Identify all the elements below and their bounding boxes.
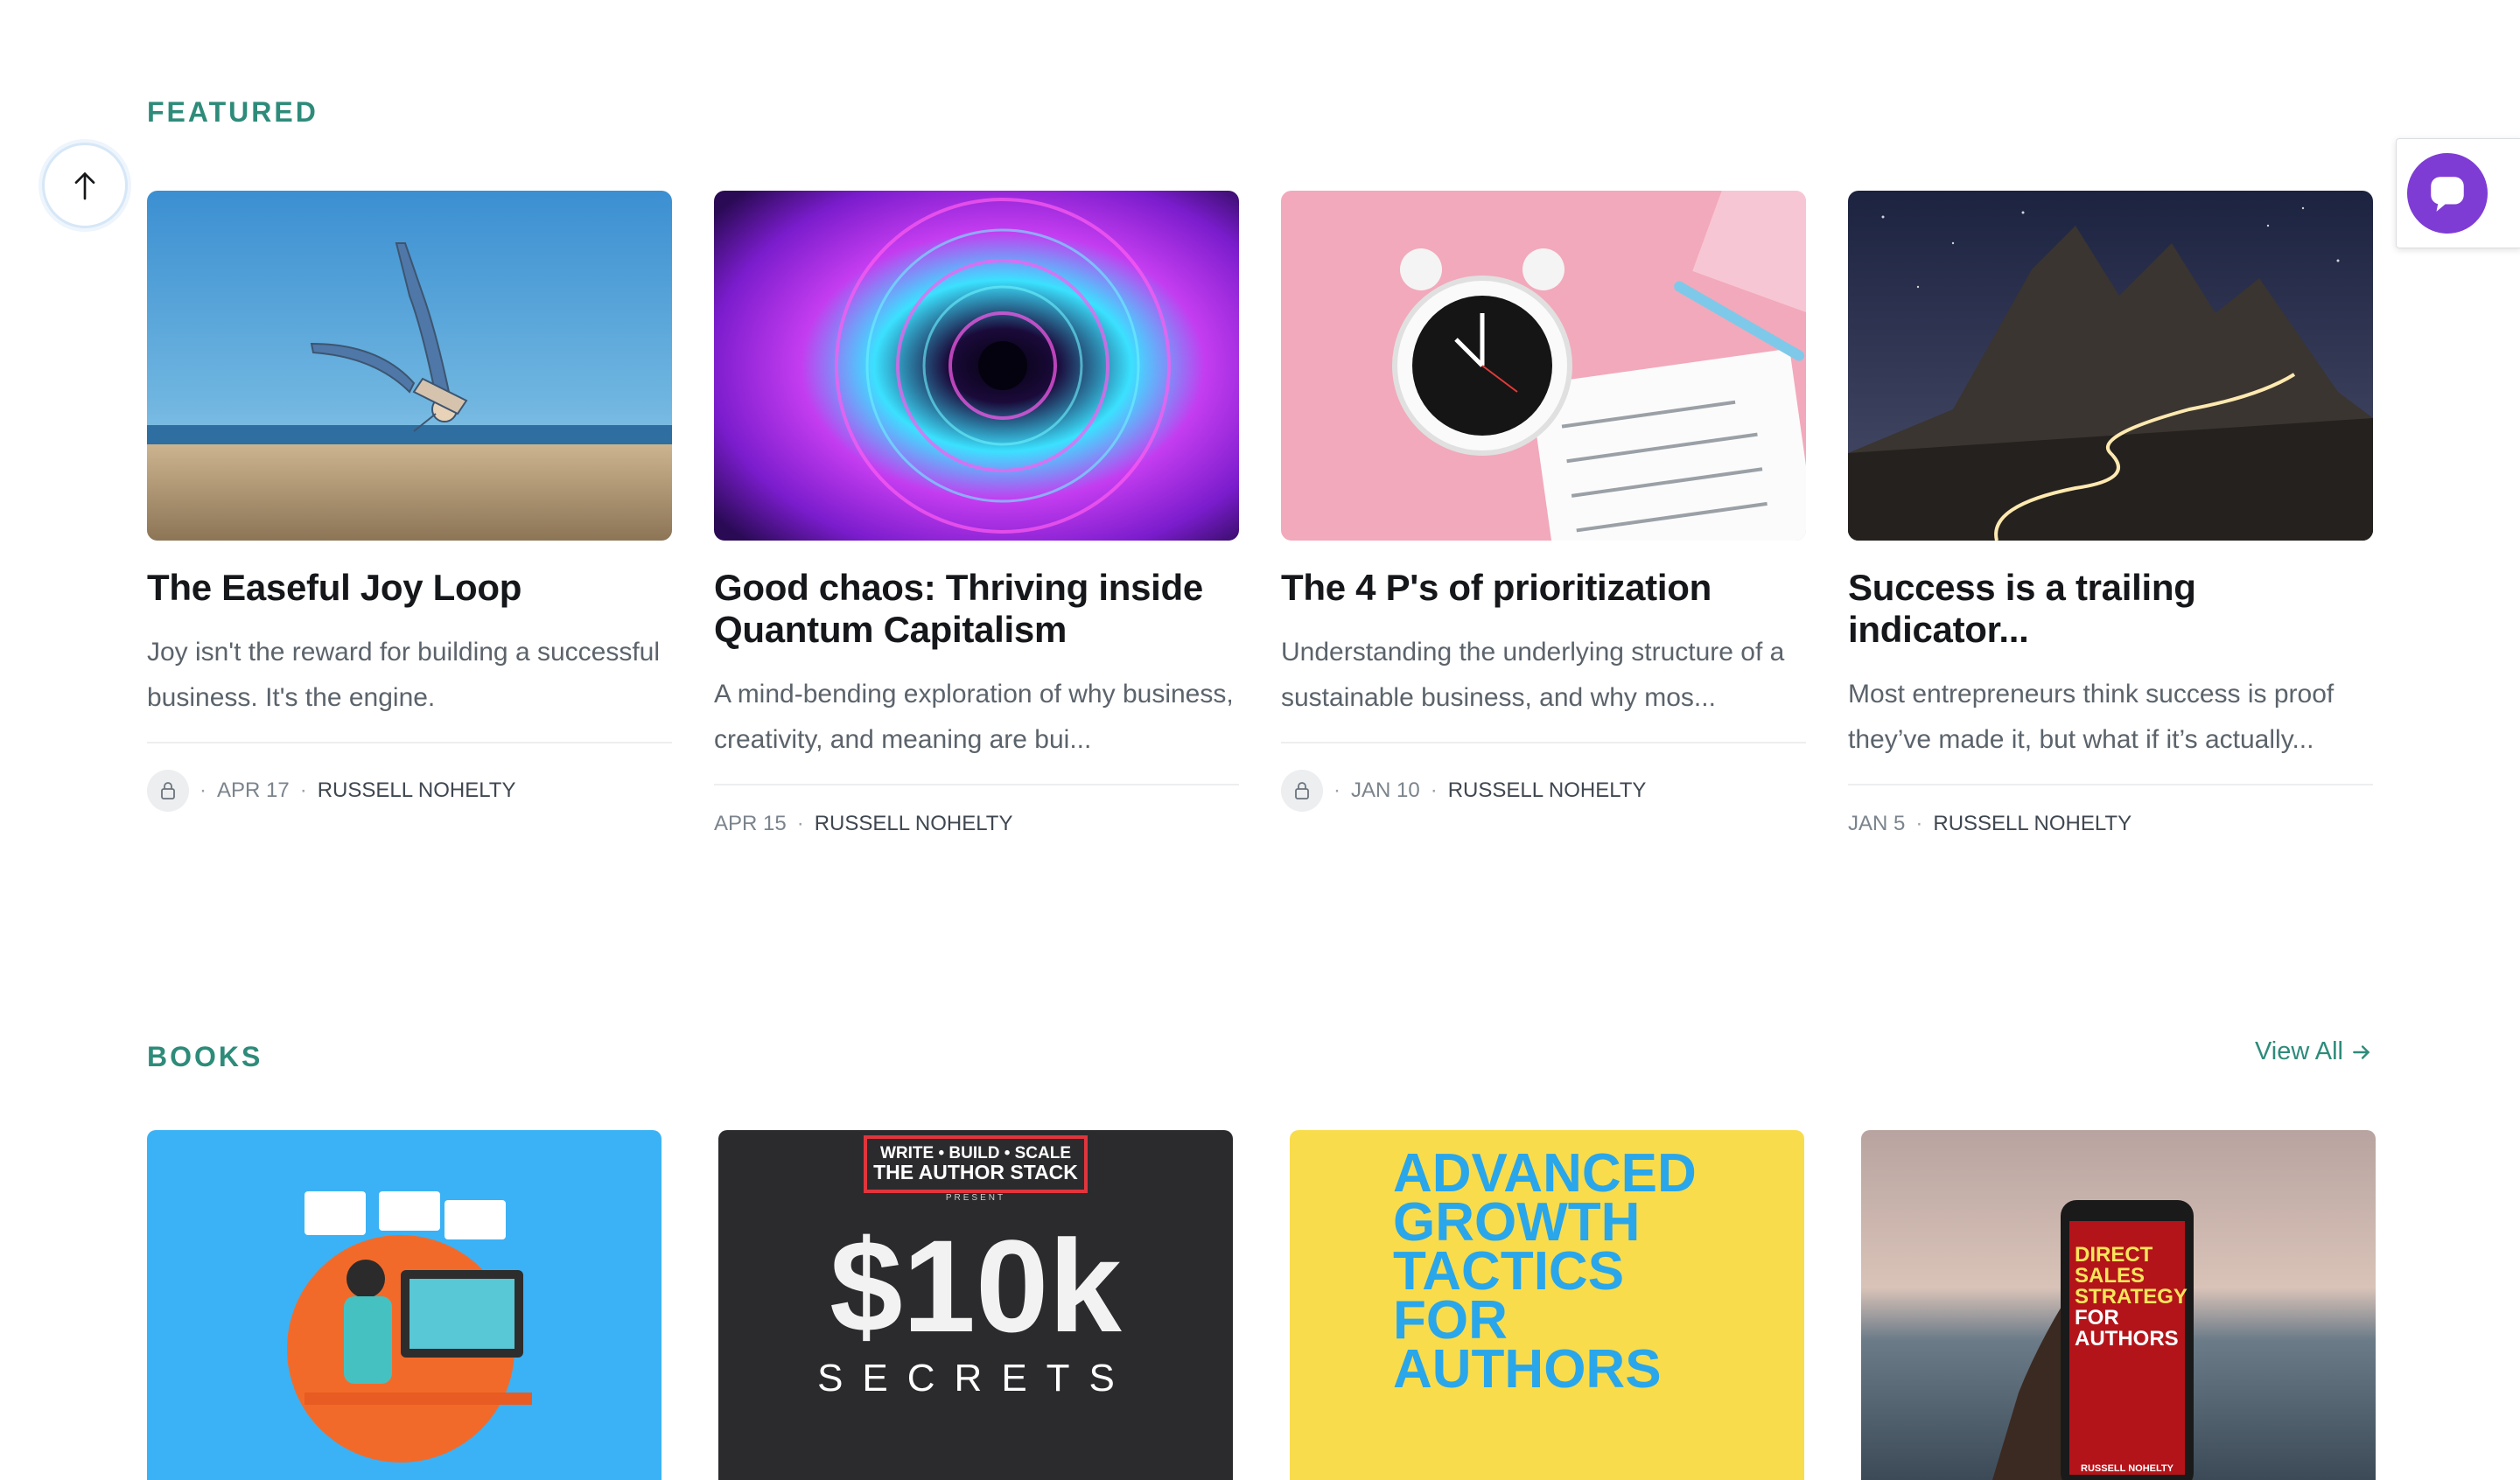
post-title[interactable]: The 4 P's of prioritization [1281, 567, 1806, 609]
divider [1281, 742, 1806, 743]
cover-present: PRESENT [946, 1193, 1005, 1203]
post-card[interactable]: Good chaos: Thriving inside Quantum Capi… [714, 191, 1239, 836]
scroll-to-top-button[interactable] [42, 143, 128, 228]
cover-tagline: WRITE • BUILD • SCALE [880, 1144, 1071, 1162]
post-thumbnail-clock[interactable] [1281, 191, 1806, 541]
meta-separator: · [796, 812, 804, 835]
book-cover-growth-tactics[interactable]: ADVANCED GROWTH TACTICS FOR AUTHORS [1290, 1130, 1804, 1480]
arrow-right-icon [2353, 1044, 2370, 1059]
post-date: JAN 10 [1351, 778, 1420, 802]
post-thumbnail-mountain[interactable] [1848, 191, 2373, 541]
cover-author: RUSSELL NOHELTY [2081, 1463, 2174, 1474]
meta-separator: · [1334, 778, 1340, 802]
post-author[interactable]: RUSSELL NOHELTY [815, 812, 1013, 836]
post-card[interactable]: The Easeful Joy Loop Joy isn't the rewar… [147, 191, 672, 836]
book-cover-illustration[interactable] [147, 1130, 662, 1480]
post-meta: APR 15 · RUSSELL NOHELTY [714, 812, 1239, 836]
post-meta: JAN 5 · RUSSELL NOHELTY [1848, 812, 2373, 836]
post-title[interactable]: Success is a trailing indicator... [1848, 567, 2373, 651]
meta-separator: · [299, 778, 307, 802]
post-author[interactable]: RUSSELL NOHELTY [318, 778, 516, 803]
post-excerpt: A mind-bending exploration of why busine… [714, 680, 1234, 754]
book-cover-10k-secrets[interactable]: WRITE • BUILD • SCALE THE AUTHOR STACK P… [718, 1130, 1233, 1480]
arrow-up-icon [74, 171, 95, 200]
divider [714, 784, 1239, 785]
meta-separator: · [1915, 812, 1923, 835]
post-meta: · JAN 10 · RUSSELL NOHELTY [1281, 770, 1806, 812]
post-title[interactable]: Good chaos: Thriving inside Quantum Capi… [714, 567, 1239, 651]
cover-series: THE AUTHOR STACK [873, 1161, 1078, 1183]
post-author[interactable]: RUSSELL NOHELTY [1933, 812, 2132, 836]
post-title[interactable]: The Easeful Joy Loop [147, 567, 672, 609]
lock-icon [147, 770, 189, 812]
chat-widget[interactable] [2396, 138, 2520, 248]
post-date: APR 17 [217, 778, 290, 802]
post-author[interactable]: RUSSELL NOHELTY [1448, 778, 1647, 803]
cover-line-5: AUTHORS [2075, 1327, 2179, 1351]
post-excerpt: Joy isn't the reward for building a succ… [147, 638, 661, 712]
book-cover-direct-sales[interactable]: DIRECT SALES STRATEGY FOR AUTHORS RUSSEL… [1861, 1130, 2376, 1480]
cover-subtitle: SECRETS [817, 1357, 1134, 1400]
post-thumbnail-tunnel[interactable] [714, 191, 1239, 541]
cover-line-3: STRATEGY [2075, 1285, 2188, 1309]
post-card[interactable]: The 4 P's of prioritization Understandin… [1281, 191, 1806, 836]
view-all-link[interactable]: View All [2255, 1037, 2373, 1066]
featured-grid: The Easeful Joy Loop Joy isn't the rewar… [147, 191, 2373, 836]
post-date: APR 15 [714, 812, 787, 835]
meta-separator: · [1430, 778, 1438, 802]
divider [147, 742, 672, 743]
cover-line-2: SALES [2075, 1264, 2145, 1288]
chat-bubble-icon[interactable] [2407, 153, 2488, 234]
divider [1848, 784, 2373, 785]
cover-title: $10k [830, 1212, 1122, 1359]
post-date: JAN 5 [1848, 812, 1906, 835]
books-grid: WRITE • BUILD • SCALE THE AUTHOR STACK P… [147, 1130, 2376, 1480]
cover-line-4: FOR [2075, 1306, 2119, 1330]
featured-section-label: FEATURED [147, 96, 318, 128]
meta-separator: · [200, 778, 206, 802]
post-excerpt: Most entrepreneurs think success is proo… [1848, 680, 2334, 754]
books-section-label: BOOKS [147, 1041, 263, 1072]
lock-icon [1281, 770, 1323, 812]
cover-line-1: DIRECT [2075, 1243, 2153, 1267]
post-meta: · APR 17 · RUSSELL NOHELTY [147, 770, 672, 812]
view-all-label: View All [2254, 1037, 2343, 1065]
cover-line-5: AUTHORS [1393, 1339, 1662, 1400]
post-thumbnail-beach[interactable] [147, 191, 672, 541]
post-excerpt: Understanding the underlying structure o… [1281, 638, 1785, 712]
post-card[interactable]: Success is a trailing indicator... Most … [1848, 191, 2373, 836]
